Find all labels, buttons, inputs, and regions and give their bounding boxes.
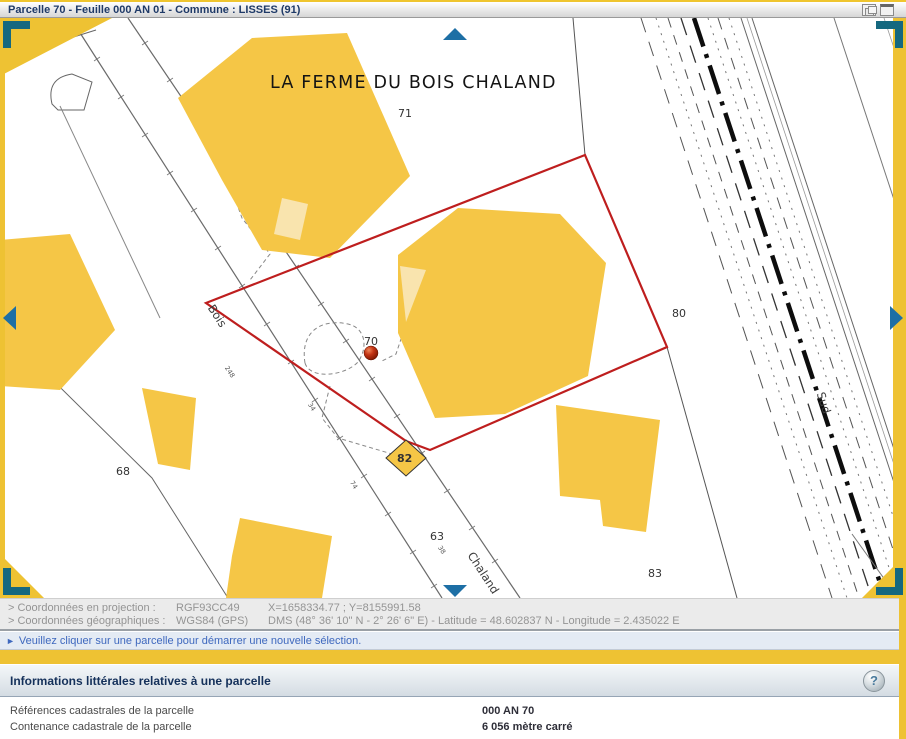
- parcel-label-82[interactable]: 82: [397, 452, 412, 465]
- window-controls: [862, 4, 906, 16]
- selected-parcel-marker: [364, 346, 378, 360]
- maximize-window-icon[interactable]: [880, 4, 894, 16]
- page-title: Parcelle 70 - Feuille 000 AN 01 - Commun…: [0, 4, 862, 16]
- parcel-label-63[interactable]: 63: [430, 530, 444, 543]
- projection-label: > Coordonnées en projection :: [8, 602, 176, 615]
- parcel-label-68[interactable]: 68: [116, 465, 130, 478]
- geographic-system: WGS84 (GPS): [176, 615, 268, 628]
- cadastral-map[interactable]: LA FERME DU BOIS CHALAND 71 80 68 70 82 …: [0, 18, 906, 598]
- cadastre-app: Parcelle 70 - Feuille 000 AN 01 - Commun…: [0, 0, 906, 739]
- parcel-label-70[interactable]: 70: [364, 335, 378, 348]
- map-title-bar: Parcelle 70 - Feuille 000 AN 01 - Commun…: [0, 0, 906, 18]
- projection-system: RGF93CC49: [176, 602, 268, 615]
- cadastral-area-row: Contenance cadastrale de la parcelle 6 0…: [0, 720, 899, 736]
- instruction-message: Veuillez cliquer sur une parcelle pour d…: [19, 635, 361, 647]
- cadastral-references-label: Références cadastrales de la parcelle: [10, 705, 194, 717]
- restore-window-icon[interactable]: [862, 4, 876, 16]
- geographic-label: > Coordonnées géographiques :: [8, 615, 176, 628]
- info-panel-header: Informations littérales relatives à une …: [0, 664, 899, 697]
- help-icon[interactable]: ?: [863, 670, 885, 692]
- parcel-label-80[interactable]: 80: [672, 307, 686, 320]
- coordinates-panel: > Coordonnées en projection : RGF93CC49 …: [0, 598, 899, 631]
- instruction-message-bar: ► Veuillez cliquer sur une parcelle pour…: [0, 631, 899, 650]
- parcel-label-83[interactable]: 83: [648, 567, 662, 580]
- cadastral-references-row: Références cadastrales de la parcelle 00…: [0, 704, 899, 720]
- info-panel-rows: Références cadastrales de la parcelle 00…: [0, 697, 899, 739]
- map-viewport[interactable]: LA FERME DU BOIS CHALAND 71 80 68 70 82 …: [0, 18, 906, 598]
- info-panel-title: Informations littérales relatives à une …: [0, 674, 863, 688]
- geographic-value: DMS (48° 36' 10" N - 2° 26' 6" E) - Lati…: [268, 615, 899, 628]
- cadastral-area-value: 6 056 mètre carré: [482, 721, 573, 733]
- bullet-arrow-icon: ►: [0, 636, 19, 646]
- place-name-label: LA FERME DU BOIS CHALAND: [270, 73, 557, 93]
- separator-band: [0, 650, 906, 664]
- parcel-label-71[interactable]: 71: [398, 107, 412, 120]
- geographic-coordinates-row: > Coordonnées géographiques : WGS84 (GPS…: [0, 615, 899, 628]
- cadastral-area-label: Contenance cadastrale de la parcelle: [10, 721, 192, 733]
- cadastral-references-value: 000 AN 70: [482, 705, 534, 717]
- projection-value: X=1658334.77 ; Y=8155991.58: [268, 602, 899, 615]
- projection-coordinates-row: > Coordonnées en projection : RGF93CC49 …: [0, 602, 899, 615]
